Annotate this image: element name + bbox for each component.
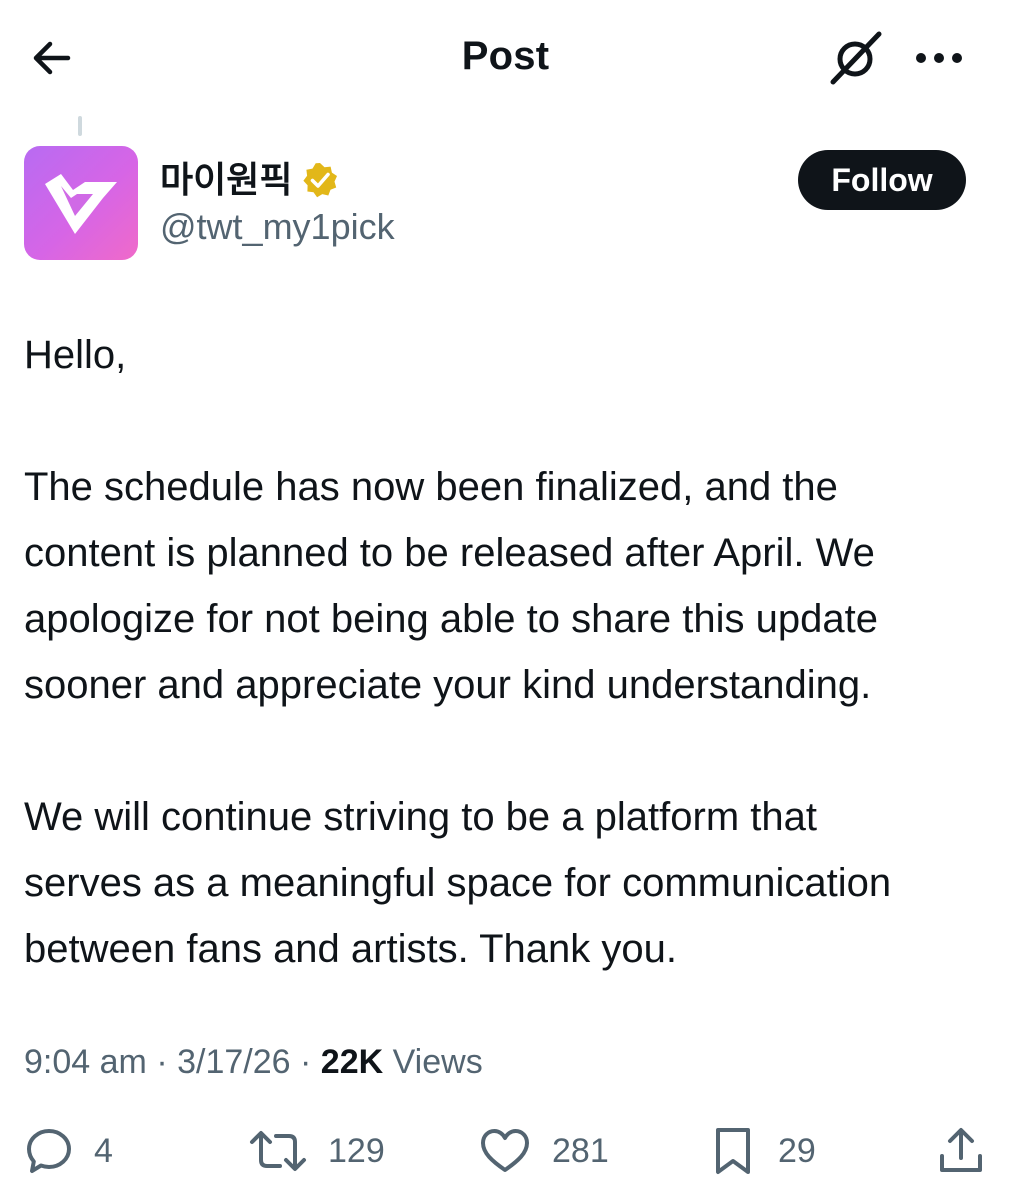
post-line: The schedule has now been finalized, and…	[24, 465, 838, 509]
reply-button[interactable]: 4	[24, 1118, 113, 1184]
bookmark-button[interactable]: 29	[708, 1118, 816, 1184]
reply-icon	[27, 1129, 71, 1173]
post-line: sooner and appreciate your kind understa…	[24, 663, 872, 707]
post-paragraph: The schedule has now been finalized, and…	[24, 454, 999, 718]
my1pick-logo-icon	[45, 174, 117, 234]
post-line: content is planned to be released after …	[24, 531, 875, 575]
reply-count: 4	[94, 1131, 113, 1170]
grok-button[interactable]	[822, 28, 888, 88]
post-line: serves as a meaningful space for communi…	[24, 861, 892, 905]
repost-count: 129	[328, 1131, 385, 1170]
repost-button[interactable]: 129	[248, 1118, 385, 1184]
post-line: apologize for not being able to share th…	[24, 597, 878, 641]
top-bar: Post	[0, 0, 1011, 118]
bookmark-count: 29	[778, 1131, 816, 1170]
follow-button[interactable]: Follow	[798, 150, 966, 210]
post-date[interactable]: 3/17/26	[177, 1043, 290, 1081]
post-line: Hello,	[24, 333, 127, 377]
post-line: between fans and artists. Thank you.	[24, 927, 677, 971]
post-paragraph: We will continue striving to be a platfo…	[24, 784, 999, 982]
repost-icon	[250, 1131, 306, 1171]
grok-icon	[830, 31, 882, 85]
like-button[interactable]: 281	[478, 1118, 609, 1184]
more-horizontal-icon	[916, 53, 962, 63]
author-handle[interactable]: @twt_my1pick	[160, 206, 395, 248]
post-time[interactable]: 9:04 am	[24, 1043, 147, 1081]
author-name-row: 마이원픽	[160, 160, 338, 200]
more-options-button[interactable]	[908, 34, 970, 82]
thread-connector-line	[78, 116, 82, 136]
action-bar: 4 129 281 29	[0, 1118, 1011, 1184]
post-meta: 9:04 am · 3/17/26 · 22K Views	[24, 1040, 483, 1084]
verified-badge-icon	[303, 163, 338, 198]
views-label[interactable]: Views	[393, 1043, 483, 1081]
meta-separator: ·	[156, 1043, 168, 1081]
meta-separator: ·	[300, 1043, 312, 1081]
views-count[interactable]: 22K	[321, 1043, 383, 1081]
share-icon	[940, 1128, 982, 1172]
author-display-name[interactable]: 마이원픽	[160, 160, 292, 200]
post-line: We will continue striving to be a platfo…	[24, 795, 817, 839]
like-count: 281	[552, 1131, 609, 1170]
post-text: Hello, The schedule has now been finaliz…	[24, 322, 999, 982]
post-paragraph: Hello,	[24, 322, 999, 388]
bookmark-icon	[716, 1128, 750, 1174]
heart-icon	[481, 1129, 529, 1172]
avatar[interactable]	[24, 146, 138, 260]
share-button[interactable]	[936, 1118, 986, 1184]
